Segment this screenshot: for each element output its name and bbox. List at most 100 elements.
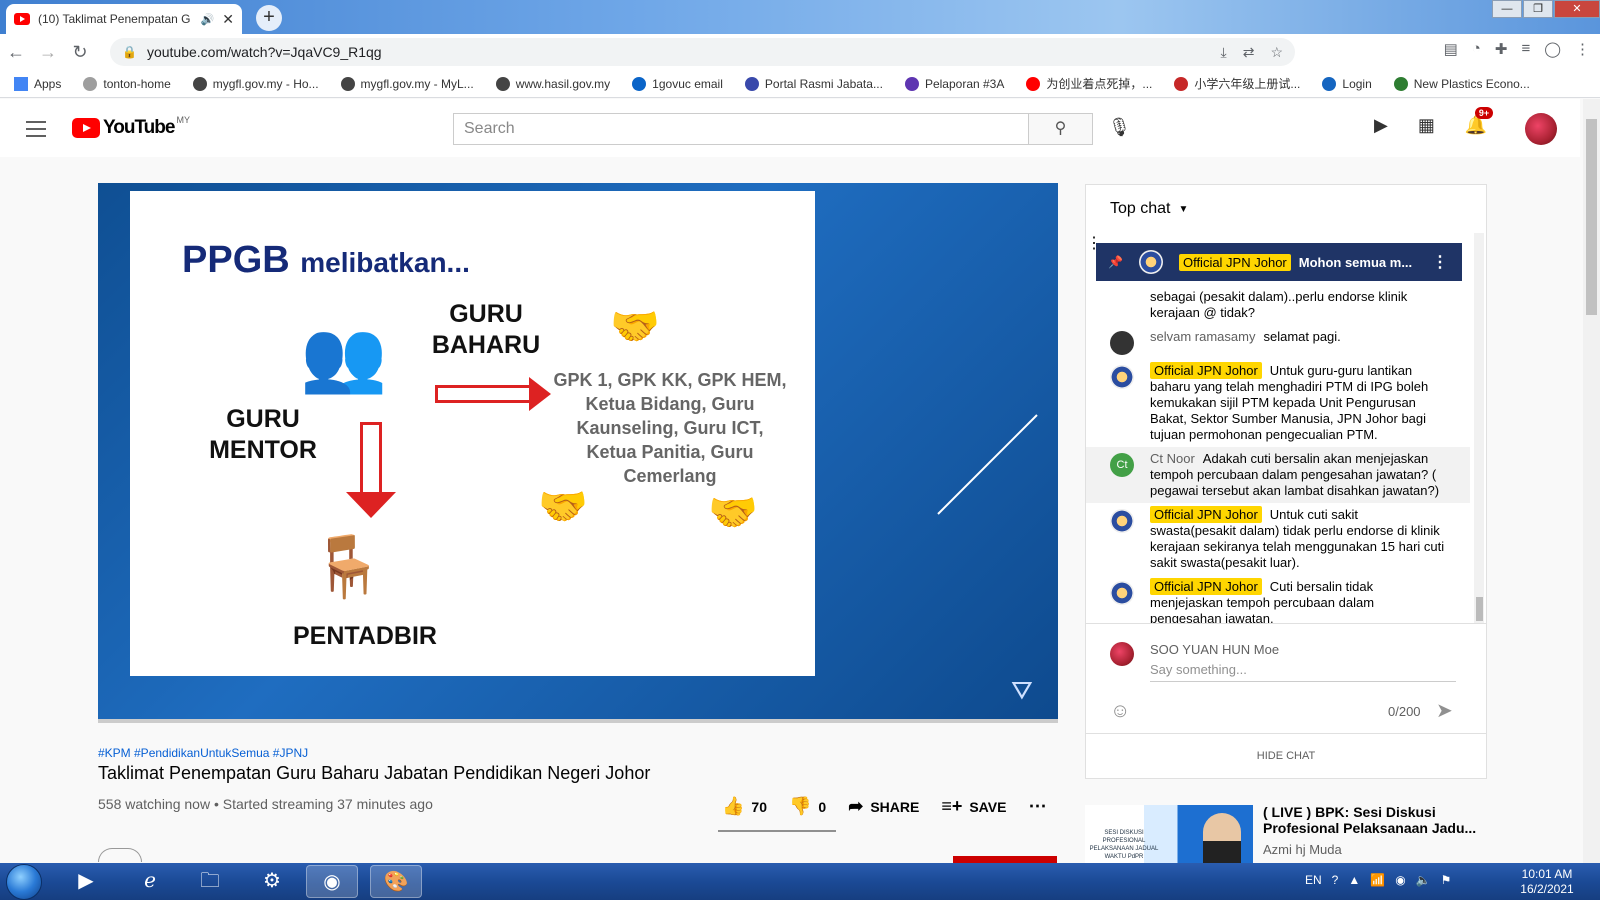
- audio-playing-icon[interactable]: 🔊: [201, 13, 215, 26]
- bookmark-item[interactable]: mygfl.gov.my - Ho...: [192, 76, 319, 91]
- new-tab-button[interactable]: +: [256, 5, 282, 31]
- start-button[interactable]: [6, 864, 42, 900]
- pinned-message[interactable]: 📌 Official JPN Johor Mohon semua m... ⋮: [1096, 243, 1462, 281]
- user-avatar[interactable]: [1525, 113, 1557, 145]
- chat-message[interactable]: Official JPN Johor Cuti bersalin tidak me…: [1086, 575, 1470, 623]
- bookmark-item[interactable]: 1govuc email: [632, 76, 723, 91]
- chat-message[interactable]: selvam ramasamy selamat pagi.: [1086, 325, 1470, 359]
- close-window-button[interactable]: ✕: [1554, 0, 1600, 18]
- chat-mode-dropdown[interactable]: Top chat ▼: [1086, 185, 1486, 233]
- file-explorer-icon[interactable]: 🗀: [184, 865, 236, 898]
- chrome-taskbar-icon[interactable]: ◉: [306, 865, 358, 898]
- bookmarks-bar: Apps tonton-home mygfl.gov.my - Ho... mygfl…: [0, 70, 1600, 98]
- emoji-icon[interactable]: ☺: [1110, 700, 1130, 723]
- back-icon[interactable]: ←: [0, 42, 32, 63]
- related-video-thumbnail[interactable]: SESI DISKUSI PROFESIONAL PELAKSANAAN JAD…: [1085, 805, 1253, 863]
- tray-expand-icon[interactable]: ▲: [1348, 873, 1360, 887]
- address-bar[interactable]: 🔒 youtube.com/watch?v=JqaVC9_R1qg ⤓ ⇄ ☆: [110, 38, 1295, 66]
- search-button[interactable]: ⚲: [1029, 113, 1093, 145]
- bookmark-favicon-icon: [1026, 76, 1041, 91]
- install-icon[interactable]: ⤓: [1221, 44, 1227, 61]
- internet-explorer-icon[interactable]: ℯ: [124, 865, 176, 898]
- owner-badge[interactable]: Official JPN Johor: [1150, 578, 1262, 595]
- chat-message[interactable]: Official JPN Johor Untuk cuti sakit swast…: [1086, 503, 1470, 575]
- paint-taskbar-icon[interactable]: 🎨: [370, 865, 422, 898]
- video-progress-bar[interactable]: [98, 719, 1058, 723]
- bookmark-item[interactable]: Portal Rasmi Jabata...: [744, 76, 883, 91]
- bookmark-item[interactable]: Apps: [14, 76, 61, 91]
- char-count: 0/200: [1388, 704, 1421, 719]
- profile-icon[interactable]: ◯: [1544, 40, 1561, 58]
- chat-scrollbar-thumb[interactable]: [1476, 597, 1483, 621]
- create-video-icon[interactable]: ▶: [1374, 115, 1388, 136]
- pinned-text: Mohon semua m...: [1298, 254, 1413, 270]
- chrome-menu-icon[interactable]: ⋮: [1575, 40, 1590, 58]
- label-guru-mentor: GURU MENTOR: [209, 405, 317, 464]
- bookmark-star-icon[interactable]: ☆: [1270, 44, 1283, 61]
- extensions-area: ▤ ◔ ✚ ≡ ◯ ⋮: [1444, 40, 1590, 58]
- more-actions-button[interactable]: ⋯: [1028, 796, 1046, 817]
- channel-avatar[interactable]: [98, 848, 142, 862]
- chat-message[interactable]: sebagai (pesakit dalam)..perlu endorse k…: [1086, 283, 1470, 325]
- volume-icon[interactable]: 🔈: [1416, 873, 1431, 887]
- puzzle-extensions-icon[interactable]: ✚: [1495, 40, 1508, 58]
- youtube-logo[interactable]: YouTube MY: [72, 115, 190, 139]
- video-hashtags[interactable]: #KPM #PendidikanUntukSemua #JPNJ: [98, 746, 308, 760]
- minimize-button[interactable]: —: [1492, 0, 1522, 18]
- owner-badge[interactable]: Official JPN Johor: [1150, 362, 1262, 379]
- settings-app-icon[interactable]: ⚙: [246, 865, 298, 898]
- translate-icon[interactable]: ⇄: [1243, 44, 1255, 61]
- bookmark-favicon-icon: [1322, 76, 1337, 91]
- media-queue-icon[interactable]: ≡: [1521, 40, 1530, 58]
- notifications-bell-icon[interactable]: 🔔 9+: [1465, 107, 1494, 136]
- hide-chat-button[interactable]: HIDE CHAT: [1086, 733, 1486, 779]
- bookmark-item[interactable]: www.hasil.gov.my: [495, 76, 610, 91]
- bookmark-item[interactable]: Pelaporan #3A: [904, 76, 1004, 91]
- chat-author-name[interactable]: selvam ramasamy: [1150, 329, 1255, 344]
- browser-tab[interactable]: (10) Taklimat Penempatan G 🔊 ✕: [6, 4, 242, 34]
- search-input[interactable]: Search: [453, 113, 1029, 145]
- scrollbar-thumb[interactable]: [1586, 119, 1597, 315]
- menu-hamburger-icon[interactable]: [26, 121, 46, 142]
- like-button[interactable]: 👍 70: [722, 796, 767, 817]
- chat-message[interactable]: Ct Ct Noor Adakah cuti bersalin akan menje…: [1086, 447, 1470, 503]
- help-icon[interactable]: ?: [1332, 873, 1339, 887]
- close-tab-icon[interactable]: ✕: [222, 11, 234, 28]
- maximize-button[interactable]: ❐: [1523, 0, 1553, 18]
- action-center-flag-icon[interactable]: ⚑: [1441, 873, 1452, 887]
- chrome-tray-icon[interactable]: ◉: [1395, 873, 1405, 887]
- bookmark-item[interactable]: Login: [1322, 76, 1372, 91]
- speed-icon[interactable]: ◔: [1472, 40, 1481, 58]
- bookmark-item[interactable]: New Plastics Econo...: [1393, 76, 1530, 91]
- share-button[interactable]: ➦ SHARE: [848, 796, 919, 817]
- bookmark-item[interactable]: 为创业着点死掉，...: [1026, 75, 1152, 92]
- lock-icon[interactable]: 🔒: [122, 45, 137, 59]
- owner-badge[interactable]: Official JPN Johor: [1150, 506, 1262, 523]
- reload-icon[interactable]: ↻: [64, 42, 96, 63]
- save-button[interactable]: ≡+ SAVE: [941, 796, 1006, 817]
- bookmark-label: 1govuc email: [652, 76, 723, 91]
- media-player-icon[interactable]: ▶: [60, 865, 112, 898]
- chat-message[interactable]: Official JPN Johor Untuk guru-guru lantik…: [1086, 359, 1470, 447]
- related-video-title[interactable]: ( LIVE ) BPK: Sesi Diskusi Profesional P…: [1263, 804, 1478, 836]
- chat-author-name[interactable]: Ct Noor: [1150, 451, 1195, 466]
- pinned-more-icon[interactable]: ⋮: [1432, 252, 1448, 272]
- bookmark-item[interactable]: 小学六年级上册试...: [1174, 75, 1300, 92]
- chat-input[interactable]: Say something...: [1150, 662, 1456, 682]
- voice-search-mic-icon[interactable]: 🎙: [1108, 117, 1131, 138]
- related-video-channel[interactable]: Azmi hj Muda: [1263, 842, 1342, 857]
- page-scrollbar[interactable]: [1583, 99, 1600, 863]
- bookmark-item[interactable]: mygfl.gov.my - MyL...: [340, 76, 474, 91]
- bookmark-item[interactable]: tonton-home: [83, 76, 171, 91]
- apps-grid-icon[interactable]: ▦: [1418, 115, 1435, 136]
- video-player[interactable]: PPGB melibatkan... 👥 GURU BAHARU GURU ME…: [98, 183, 1058, 723]
- send-icon[interactable]: ➤: [1436, 698, 1453, 723]
- network-icon[interactable]: 📶: [1370, 873, 1385, 887]
- language-indicator[interactable]: EN: [1305, 873, 1322, 887]
- dislike-button[interactable]: 👎 0: [789, 796, 826, 817]
- taskbar-clock[interactable]: 10:01 AM 16/2/2021: [1512, 867, 1582, 897]
- forward-icon[interactable]: →: [32, 42, 64, 63]
- chat-scrollbar[interactable]: [1474, 233, 1484, 623]
- extension-icon[interactable]: ▤: [1444, 40, 1458, 58]
- arrow-down-icon: [346, 422, 396, 518]
